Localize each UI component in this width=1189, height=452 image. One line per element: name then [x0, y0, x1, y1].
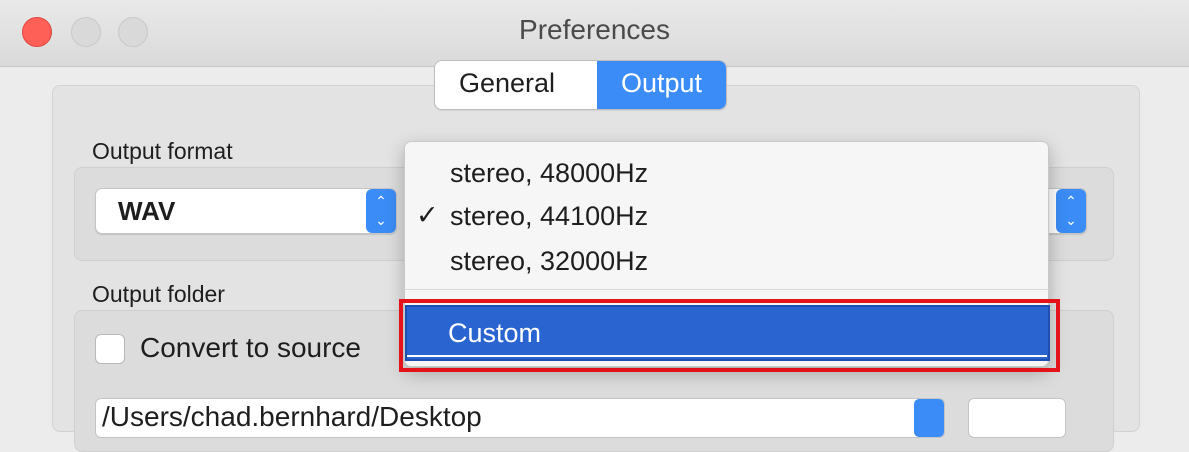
- output-folder-label: Output folder: [92, 281, 225, 307]
- output-path-stepper-icon: [914, 399, 944, 437]
- menu-item-44100[interactable]: stereo, 44100Hz: [450, 201, 648, 232]
- format-select-value: WAV: [118, 196, 176, 226]
- menu-item-32000[interactable]: stereo, 32000Hz: [450, 246, 648, 277]
- menu-item-custom-label: Custom: [448, 318, 542, 348]
- output-path-value: /Users/chad.bernhard/Desktop: [102, 401, 482, 432]
- quality-select-stepper-icon: ⌃ ⌄: [1056, 189, 1086, 233]
- output-path-select[interactable]: /Users/chad.bernhard/Desktop: [95, 398, 945, 438]
- format-select-stepper-icon: ⌃ ⌄: [366, 189, 396, 233]
- convert-to-source-label: Convert to source: [140, 332, 361, 363]
- format-select[interactable]: WAV ⌃ ⌄: [95, 188, 397, 234]
- title-bar: Preferences: [0, 0, 1189, 67]
- checkmark-icon: ✓: [416, 200, 439, 230]
- menu-separator: [404, 289, 1049, 290]
- output-format-label: Output format: [92, 138, 233, 164]
- preferences-tab-bar: General Output: [434, 60, 728, 110]
- menu-item-48000[interactable]: stereo, 48000Hz: [450, 158, 648, 189]
- tab-general[interactable]: General: [435, 61, 597, 109]
- tab-output[interactable]: Output: [597, 61, 727, 109]
- custom-underline: [407, 355, 1047, 357]
- convert-to-source-checkbox[interactable]: [95, 334, 125, 364]
- window-title: Preferences: [519, 14, 670, 45]
- choose-folder-button[interactable]: [968, 398, 1066, 438]
